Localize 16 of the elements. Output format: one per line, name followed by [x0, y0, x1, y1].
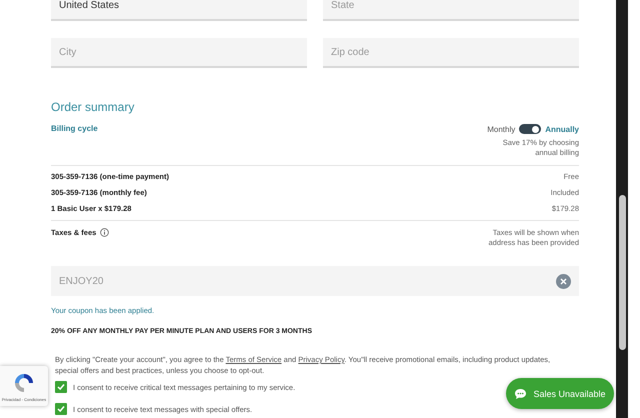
- section-title: Order summary: [51, 100, 136, 114]
- input-field[interactable]: Zip code: [323, 38, 579, 68]
- billing-cycle-label: Billing cycle: [51, 124, 98, 133]
- billing-toggle[interactable]: [519, 124, 542, 134]
- monthly-label: Monthly: [487, 124, 516, 134]
- annually-label: Annually: [545, 124, 579, 134]
- close-icon: [560, 278, 567, 284]
- clear-button[interactable]: [556, 274, 571, 288]
- scrollbar[interactable]: [616, 0, 628, 418]
- info-icon[interactable]: [100, 228, 110, 237]
- input-field[interactable]: City: [51, 38, 307, 68]
- input-field[interactable]: State: [323, 0, 579, 21]
- chat-bubble-icon: [514, 388, 528, 400]
- input-field[interactable]: United States: [51, 0, 307, 21]
- checkbox[interactable]: [55, 381, 67, 393]
- checkbox[interactable]: [55, 403, 67, 415]
